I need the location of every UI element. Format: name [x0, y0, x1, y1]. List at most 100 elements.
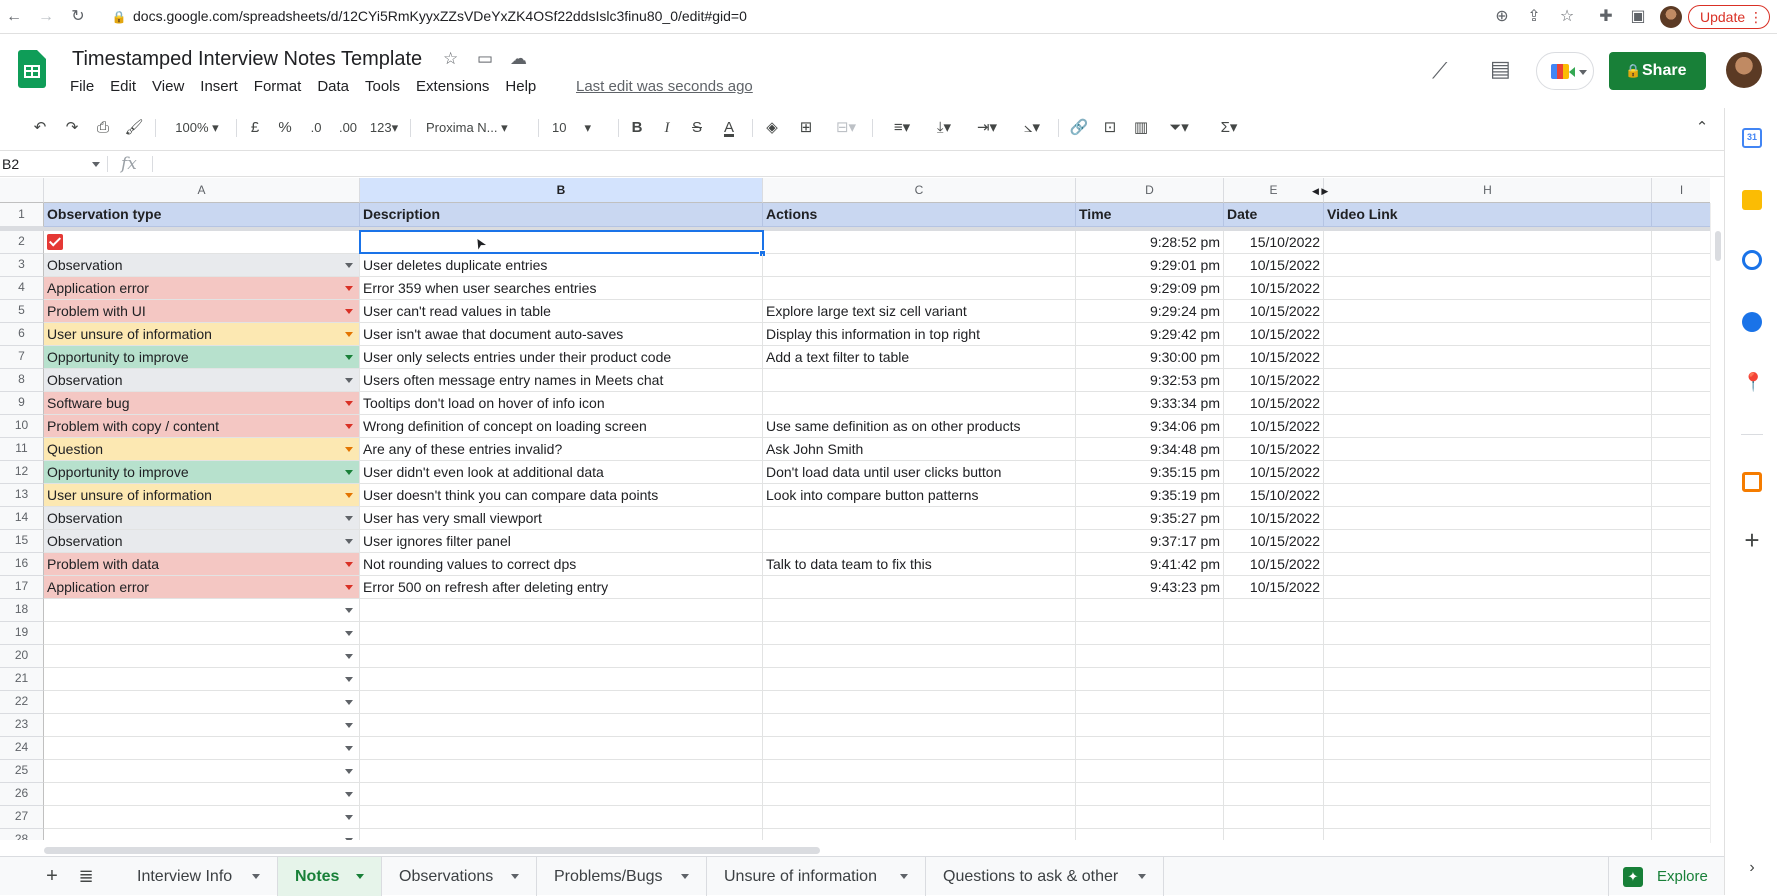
- row-header[interactable]: 24: [0, 737, 44, 760]
- cell-time[interactable]: 9:35:15 pm: [1076, 461, 1224, 484]
- cell[interactable]: [1324, 806, 1652, 829]
- cell[interactable]: [1324, 783, 1652, 806]
- cell-desc[interactable]: User deletes duplicate entries: [360, 254, 763, 277]
- cell[interactable]: [763, 737, 1076, 760]
- cell[interactable]: [1652, 277, 1710, 300]
- row-header[interactable]: 1: [0, 203, 44, 227]
- text-rotation-icon[interactable]: ⦣▾: [1014, 118, 1050, 138]
- cell[interactable]: [1652, 461, 1710, 484]
- row-header[interactable]: 16: [0, 553, 44, 576]
- side-panel-icon[interactable]: ▣: [1628, 7, 1648, 27]
- vertical-align-icon[interactable]: ⤓▾: [928, 118, 960, 138]
- cell[interactable]: [763, 783, 1076, 806]
- cell[interactable]: [763, 645, 1076, 668]
- decrease-decimal-button[interactable]: .0: [305, 118, 327, 138]
- cell[interactable]: [1324, 645, 1652, 668]
- cell-action[interactable]: Don't load data until user clicks button: [763, 461, 1076, 484]
- currency-format-button[interactable]: £: [246, 118, 264, 138]
- dropdown-arrow-icon[interactable]: [345, 815, 353, 820]
- header-cell-a[interactable]: Observation type: [44, 203, 360, 227]
- cell[interactable]: [1224, 737, 1324, 760]
- cell[interactable]: [1324, 737, 1652, 760]
- cell-action[interactable]: Add a text filter to table: [763, 346, 1076, 369]
- cell[interactable]: [1652, 392, 1710, 415]
- cell-type[interactable]: Question: [44, 438, 360, 461]
- add-icon[interactable]: +: [1742, 527, 1762, 553]
- cell[interactable]: [1324, 622, 1652, 645]
- paint-format-icon[interactable]: 🖌: [124, 118, 144, 138]
- cell[interactable]: [1324, 300, 1652, 323]
- row-header[interactable]: 6: [0, 323, 44, 346]
- update-button[interactable]: Update ⋮: [1688, 5, 1770, 29]
- explore-button[interactable]: ✦ Explore: [1608, 857, 1724, 896]
- cell[interactable]: [1324, 415, 1652, 438]
- row-header[interactable]: 17: [0, 576, 44, 599]
- row-header[interactable]: 3: [0, 254, 44, 277]
- insert-link-icon[interactable]: 🔗: [1069, 118, 1089, 138]
- cell[interactable]: [1324, 530, 1652, 553]
- cell[interactable]: [1224, 668, 1324, 691]
- cell[interactable]: [44, 691, 360, 714]
- cell-desc[interactable]: User didn't even look at additional data: [360, 461, 763, 484]
- cell[interactable]: [360, 806, 763, 829]
- bold-button[interactable]: B: [628, 118, 646, 138]
- font-size-select[interactable]: 10 ▾: [552, 118, 610, 138]
- tasks-icon[interactable]: [1742, 250, 1762, 270]
- cell[interactable]: [1652, 760, 1710, 783]
- add-sheet-icon[interactable]: +: [42, 866, 62, 886]
- cell[interactable]: [44, 645, 360, 668]
- font-family-select[interactable]: Proxima N... ▾: [426, 118, 530, 138]
- header-cell-c[interactable]: Actions: [763, 203, 1076, 227]
- cell[interactable]: [1224, 691, 1324, 714]
- column-header-a[interactable]: A: [44, 178, 360, 203]
- cell-desc[interactable]: [360, 231, 763, 254]
- cell[interactable]: [1652, 254, 1710, 277]
- cell-action[interactable]: [763, 254, 1076, 277]
- account-avatar[interactable]: [1726, 52, 1762, 88]
- cell-time[interactable]: 9:29:01 pm: [1076, 254, 1224, 277]
- document-title[interactable]: Timestamped Interview Notes Template: [72, 48, 422, 71]
- cell[interactable]: [1324, 277, 1652, 300]
- column-header-i[interactable]: I: [1652, 178, 1710, 203]
- cell-type[interactable]: Opportunity to improve: [44, 346, 360, 369]
- cell[interactable]: [1652, 806, 1710, 829]
- cell-action[interactable]: [763, 530, 1076, 553]
- bookmark-star-icon[interactable]: ☆: [1557, 7, 1577, 27]
- lock-icon[interactable]: 🔒: [109, 7, 129, 27]
- dropdown-arrow-icon[interactable]: [345, 401, 353, 406]
- cell[interactable]: [44, 783, 360, 806]
- row-header[interactable]: 4: [0, 277, 44, 300]
- cell-type[interactable]: Observation: [44, 369, 360, 392]
- cell-desc[interactable]: User can't read values in table: [360, 300, 763, 323]
- row-header[interactable]: 2: [0, 231, 44, 254]
- chevron-down-icon[interactable]: [356, 874, 364, 879]
- cell[interactable]: [1652, 231, 1710, 254]
- text-wrapping-icon[interactable]: ⇥▾: [970, 118, 1004, 138]
- cell[interactable]: [1324, 599, 1652, 622]
- address-bar[interactable]: docs.google.com/spreadsheets/d/12CYi5RmK…: [133, 8, 747, 24]
- menu-tools[interactable]: Tools: [365, 78, 400, 100]
- row-header[interactable]: 28: [0, 829, 44, 840]
- dropdown-arrow-icon[interactable]: [345, 677, 353, 682]
- menu-help[interactable]: Help: [505, 78, 536, 100]
- office-icon[interactable]: [1742, 472, 1762, 492]
- cell-action[interactable]: [763, 277, 1076, 300]
- cell[interactable]: [1324, 346, 1652, 369]
- cell[interactable]: [1324, 829, 1652, 840]
- cell-type[interactable]: Application error: [44, 277, 360, 300]
- maps-icon[interactable]: 📍: [1742, 372, 1764, 392]
- cell[interactable]: [1652, 783, 1710, 806]
- header-cell-d[interactable]: Time: [1076, 203, 1224, 227]
- cell-desc[interactable]: Are any of these entries invalid?: [360, 438, 763, 461]
- cell[interactable]: [1076, 645, 1224, 668]
- row-header[interactable]: 26: [0, 783, 44, 806]
- cell-type[interactable]: Observation: [44, 254, 360, 277]
- redo-icon[interactable]: ↷: [62, 118, 82, 138]
- horizontal-scrollbar[interactable]: [44, 844, 1710, 856]
- cell[interactable]: [1224, 806, 1324, 829]
- row-header[interactable]: 9: [0, 392, 44, 415]
- cell[interactable]: [1324, 392, 1652, 415]
- sheet-tab[interactable]: Unsure of information: [707, 857, 926, 896]
- cell[interactable]: [1076, 760, 1224, 783]
- forward-icon[interactable]: →: [36, 7, 56, 27]
